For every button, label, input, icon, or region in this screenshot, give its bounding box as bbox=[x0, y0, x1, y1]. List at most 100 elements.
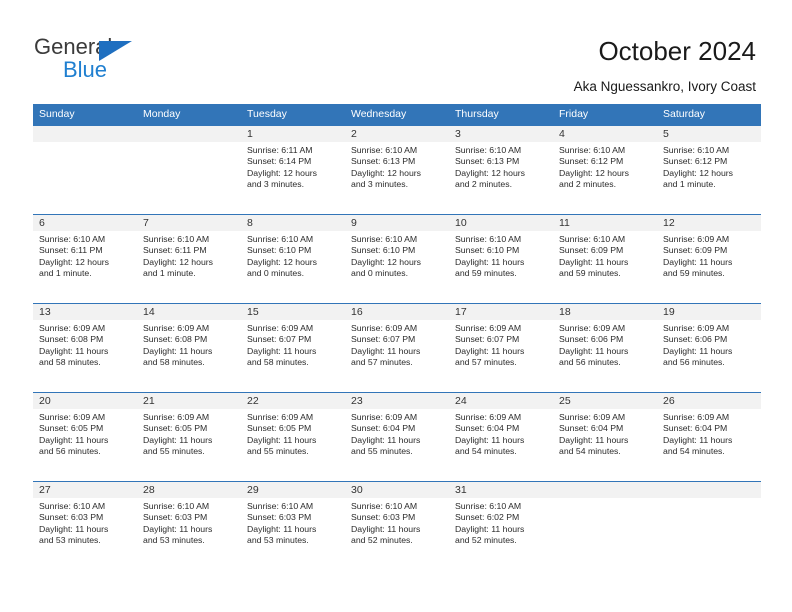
sunrise-text: Sunrise: 6:10 AM bbox=[455, 145, 522, 155]
day-details: Sunrise: 6:09 AM Sunset: 6:04 PM Dayligh… bbox=[449, 409, 553, 458]
daylight-text-line2: and 54 minutes. bbox=[559, 446, 621, 457]
day-number bbox=[33, 126, 137, 142]
day-number: 18 bbox=[553, 304, 657, 320]
daylight-text-line1: Daylight: 11 hours bbox=[559, 345, 629, 356]
day-cell[interactable]: 1 Sunrise: 6:11 AM Sunset: 6:14 PM Dayli… bbox=[241, 126, 345, 214]
sunset-text: Sunset: 6:09 PM bbox=[559, 245, 624, 256]
day-details: Sunrise: 6:09 AM Sunset: 6:07 PM Dayligh… bbox=[241, 320, 345, 369]
daylight-text-line2: and 56 minutes. bbox=[559, 357, 621, 368]
day-cell[interactable] bbox=[137, 126, 241, 214]
week-row: 1 Sunrise: 6:11 AM Sunset: 6:14 PM Dayli… bbox=[33, 125, 761, 214]
day-cell[interactable]: 19 Sunrise: 6:09 AM Sunset: 6:06 PM Dayl… bbox=[657, 304, 761, 392]
day-number bbox=[553, 482, 657, 498]
day-number: 19 bbox=[657, 304, 761, 320]
week-row: 13 Sunrise: 6:09 AM Sunset: 6:08 PM Dayl… bbox=[33, 303, 761, 392]
weekday-header-friday: Friday bbox=[559, 108, 589, 120]
day-cell[interactable]: 30 Sunrise: 6:10 AM Sunset: 6:03 PM Dayl… bbox=[345, 482, 449, 570]
week-row: 6 Sunrise: 6:10 AM Sunset: 6:11 PM Dayli… bbox=[33, 214, 761, 303]
day-cell[interactable]: 14 Sunrise: 6:09 AM Sunset: 6:08 PM Dayl… bbox=[137, 304, 241, 392]
day-cell[interactable]: 22 Sunrise: 6:09 AM Sunset: 6:05 PM Dayl… bbox=[241, 393, 345, 481]
sunset-text: Sunset: 6:11 PM bbox=[143, 245, 207, 256]
day-cell[interactable]: 17 Sunrise: 6:09 AM Sunset: 6:07 PM Dayl… bbox=[449, 304, 553, 392]
sunrise-text: Sunrise: 6:09 AM bbox=[663, 412, 730, 422]
daylight-text-line1: Daylight: 12 hours bbox=[143, 256, 214, 267]
weekday-header-wednesday: Wednesday bbox=[351, 108, 407, 120]
daylight-text-line2: and 1 minute. bbox=[39, 268, 92, 279]
day-details bbox=[657, 498, 761, 501]
day-cell[interactable]: 13 Sunrise: 6:09 AM Sunset: 6:08 PM Dayl… bbox=[33, 304, 137, 392]
day-details: Sunrise: 6:09 AM Sunset: 6:04 PM Dayligh… bbox=[657, 409, 761, 458]
day-cell[interactable] bbox=[657, 482, 761, 570]
sunset-text: Sunset: 6:13 PM bbox=[455, 156, 520, 167]
daylight-text-line1: Daylight: 12 hours bbox=[351, 167, 422, 178]
day-cell[interactable]: 2 Sunrise: 6:10 AM Sunset: 6:13 PM Dayli… bbox=[345, 126, 449, 214]
day-number: 31 bbox=[449, 482, 553, 498]
day-cell[interactable]: 10 Sunrise: 6:10 AM Sunset: 6:10 PM Dayl… bbox=[449, 215, 553, 303]
day-cell[interactable]: 7 Sunrise: 6:10 AM Sunset: 6:11 PM Dayli… bbox=[137, 215, 241, 303]
sunrise-text: Sunrise: 6:10 AM bbox=[39, 234, 106, 244]
sunset-text: Sunset: 6:08 PM bbox=[39, 334, 104, 345]
sunset-text: Sunset: 6:10 PM bbox=[351, 245, 416, 256]
day-cell[interactable]: 5 Sunrise: 6:10 AM Sunset: 6:12 PM Dayli… bbox=[657, 126, 761, 214]
sunrise-text: Sunrise: 6:09 AM bbox=[39, 323, 106, 333]
day-details: Sunrise: 6:09 AM Sunset: 6:04 PM Dayligh… bbox=[345, 409, 449, 458]
daylight-text-line2: and 53 minutes. bbox=[247, 535, 309, 546]
daylight-text-line2: and 58 minutes. bbox=[39, 357, 101, 368]
day-cell[interactable]: 16 Sunrise: 6:09 AM Sunset: 6:07 PM Dayl… bbox=[345, 304, 449, 392]
day-cell[interactable]: 18 Sunrise: 6:09 AM Sunset: 6:06 PM Dayl… bbox=[553, 304, 657, 392]
day-cell[interactable] bbox=[33, 126, 137, 214]
day-number: 8 bbox=[241, 215, 345, 231]
day-cell[interactable]: 31 Sunrise: 6:10 AM Sunset: 6:02 PM Dayl… bbox=[449, 482, 553, 570]
daylight-text-line2: and 54 minutes. bbox=[663, 446, 725, 457]
day-number: 12 bbox=[657, 215, 761, 231]
day-cell[interactable]: 12 Sunrise: 6:09 AM Sunset: 6:09 PM Dayl… bbox=[657, 215, 761, 303]
day-details: Sunrise: 6:09 AM Sunset: 6:08 PM Dayligh… bbox=[33, 320, 137, 369]
day-details bbox=[137, 142, 241, 145]
day-cell[interactable]: 27 Sunrise: 6:10 AM Sunset: 6:03 PM Dayl… bbox=[33, 482, 137, 570]
daylight-text-line2: and 0 minutes. bbox=[351, 268, 408, 279]
calendar-page: General Blue October 2024 Aka Nguessankr… bbox=[0, 0, 792, 612]
day-details: Sunrise: 6:09 AM Sunset: 6:05 PM Dayligh… bbox=[241, 409, 345, 458]
logo-text-blue: Blue bbox=[63, 57, 108, 82]
day-cell[interactable]: 8 Sunrise: 6:10 AM Sunset: 6:10 PM Dayli… bbox=[241, 215, 345, 303]
day-details: Sunrise: 6:10 AM Sunset: 6:10 PM Dayligh… bbox=[241, 231, 345, 280]
day-cell[interactable]: 24 Sunrise: 6:09 AM Sunset: 6:04 PM Dayl… bbox=[449, 393, 553, 481]
daylight-text-line2: and 59 minutes. bbox=[559, 268, 621, 279]
day-cell[interactable]: 20 Sunrise: 6:09 AM Sunset: 6:05 PM Dayl… bbox=[33, 393, 137, 481]
day-number: 10 bbox=[449, 215, 553, 231]
daylight-text-line1: Daylight: 11 hours bbox=[559, 256, 629, 267]
day-cell[interactable]: 3 Sunrise: 6:10 AM Sunset: 6:13 PM Dayli… bbox=[449, 126, 553, 214]
day-cell[interactable]: 6 Sunrise: 6:10 AM Sunset: 6:11 PM Dayli… bbox=[33, 215, 137, 303]
day-number: 13 bbox=[33, 304, 137, 320]
day-cell[interactable]: 11 Sunrise: 6:10 AM Sunset: 6:09 PM Dayl… bbox=[553, 215, 657, 303]
day-cell[interactable]: 25 Sunrise: 6:09 AM Sunset: 6:04 PM Dayl… bbox=[553, 393, 657, 481]
day-details: Sunrise: 6:10 AM Sunset: 6:03 PM Dayligh… bbox=[345, 498, 449, 547]
day-details: Sunrise: 6:10 AM Sunset: 6:10 PM Dayligh… bbox=[449, 231, 553, 280]
weekday-header-thursday: Thursday bbox=[455, 108, 499, 120]
general-blue-logo[interactable]: General Blue bbox=[34, 34, 174, 86]
day-details: Sunrise: 6:09 AM Sunset: 6:07 PM Dayligh… bbox=[345, 320, 449, 369]
sunrise-text: Sunrise: 6:09 AM bbox=[455, 323, 522, 333]
day-details: Sunrise: 6:10 AM Sunset: 6:02 PM Dayligh… bbox=[449, 498, 553, 547]
day-cell[interactable]: 21 Sunrise: 6:09 AM Sunset: 6:05 PM Dayl… bbox=[137, 393, 241, 481]
daylight-text-line1: Daylight: 12 hours bbox=[455, 167, 526, 178]
day-number: 27 bbox=[33, 482, 137, 498]
day-cell[interactable] bbox=[553, 482, 657, 570]
page-title: October 2024 bbox=[598, 36, 756, 66]
page-subtitle-location: Aka Nguessankro, Ivory Coast bbox=[573, 79, 756, 94]
day-number: 5 bbox=[657, 126, 761, 142]
day-cell[interactable]: 4 Sunrise: 6:10 AM Sunset: 6:12 PM Dayli… bbox=[553, 126, 657, 214]
day-number: 30 bbox=[345, 482, 449, 498]
daylight-text-line2: and 57 minutes. bbox=[351, 357, 413, 368]
weekday-header-tuesday: Tuesday bbox=[247, 108, 287, 120]
sunset-text: Sunset: 6:03 PM bbox=[247, 512, 312, 523]
day-cell[interactable]: 29 Sunrise: 6:10 AM Sunset: 6:03 PM Dayl… bbox=[241, 482, 345, 570]
day-cell[interactable]: 28 Sunrise: 6:10 AM Sunset: 6:03 PM Dayl… bbox=[137, 482, 241, 570]
sunset-text: Sunset: 6:03 PM bbox=[351, 512, 416, 523]
sunset-text: Sunset: 6:11 PM bbox=[39, 245, 103, 256]
day-cell[interactable]: 23 Sunrise: 6:09 AM Sunset: 6:04 PM Dayl… bbox=[345, 393, 449, 481]
day-number bbox=[657, 482, 761, 498]
day-cell[interactable]: 9 Sunrise: 6:10 AM Sunset: 6:10 PM Dayli… bbox=[345, 215, 449, 303]
day-cell[interactable]: 26 Sunrise: 6:09 AM Sunset: 6:04 PM Dayl… bbox=[657, 393, 761, 481]
day-cell[interactable]: 15 Sunrise: 6:09 AM Sunset: 6:07 PM Dayl… bbox=[241, 304, 345, 392]
